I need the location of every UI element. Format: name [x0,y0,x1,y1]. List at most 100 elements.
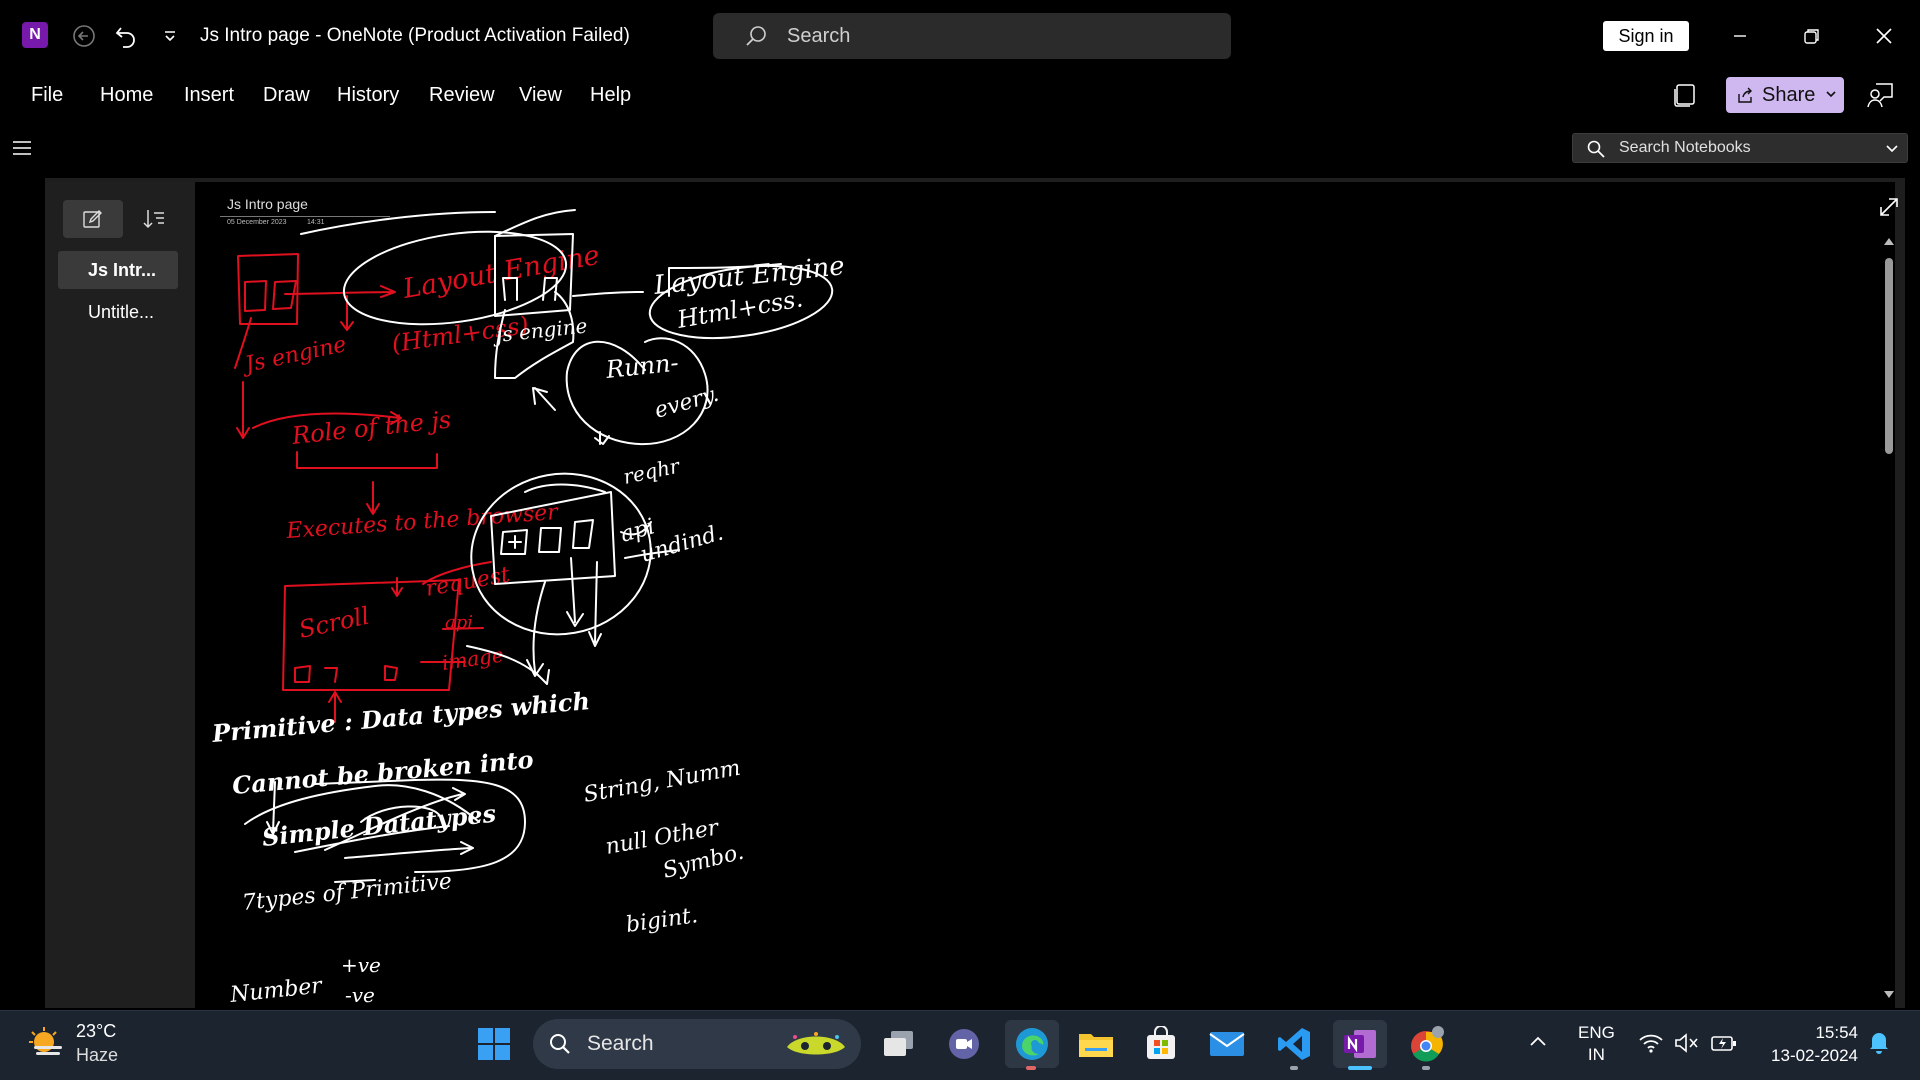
expand-icon[interactable] [1878,196,1900,218]
mail-icon[interactable] [1203,1020,1251,1068]
search-icon [746,26,766,46]
ink-red-role-of-js: Role of the js [290,405,453,450]
menu-help[interactable]: Help [590,84,631,107]
restore-icon[interactable] [1792,18,1832,54]
menu-home[interactable]: Home [100,84,153,107]
sort-icon [143,210,164,229]
ink-white-primitive-def-3: Simple Datatypes [261,799,498,852]
battery-charging-icon[interactable] [1710,1032,1738,1056]
menu-file[interactable]: File [31,84,63,107]
clock-time: 15:54 [1815,1023,1858,1042]
share-button[interactable]: Share [1726,77,1844,113]
undo-icon[interactable] [112,22,140,50]
search-icon [1587,140,1605,158]
page-entry-label: Untitle... [88,301,155,322]
ink-white-plus-ve: +ve [341,953,381,977]
chevron-down-icon[interactable] [1885,142,1899,156]
search-icon [550,1034,570,1054]
sign-in-button[interactable]: Sign in [1603,21,1689,51]
ink-white-reqhr: reqhr [621,453,683,489]
feedback-icon[interactable] [1866,80,1898,112]
menu-view[interactable]: View [519,84,562,107]
scroll-up-icon[interactable] [1883,236,1895,246]
notifications-bell-icon[interactable] [1868,1030,1892,1056]
vscode-running-indicator [1290,1066,1298,1070]
task-view-icon[interactable] [874,1020,922,1068]
ink-red-js-engine: Js engine [239,332,348,379]
menu-draw[interactable]: Draw [263,84,310,107]
taskbar-search-box[interactable]: Search [533,1019,861,1069]
scroll-down-icon[interactable] [1883,990,1895,1000]
search-highlight-mask-icon [787,1032,845,1055]
note-canvas[interactable]: Js Intro page 05 December 2023 14:31 Lay… [195,182,1895,1008]
ink-white-runn: Runn- [604,349,680,385]
ink-white-number: Number [228,973,324,1008]
show-hidden-icons-chevron-up-icon[interactable] [1528,1032,1550,1054]
microsoft-store-icon[interactable] [1137,1020,1185,1068]
start-button[interactable] [470,1020,518,1068]
vscode-icon[interactable] [1270,1020,1318,1068]
onenote-taskbar-icon[interactable] [1333,1020,1387,1068]
chevron-down-icon[interactable] [1824,84,1838,104]
ink-red-executes: Executes to the browser [285,500,560,544]
region-code: IN [1587,1045,1605,1064]
windows-logo-icon [478,1028,510,1060]
minimize-icon[interactable] [1720,18,1760,54]
volume-muted-icon[interactable] [1674,1032,1700,1056]
share-icon [1738,87,1752,103]
quick-access-dropdown-icon[interactable] [160,22,180,50]
page-entry-label: Js Intr... [88,259,157,280]
title-bar: N Js Intro page - OneNote (Product Activ… [0,0,1920,72]
ink-white-string-num: String, Numm [582,756,743,808]
ribbon-menu-bar: File Home Insert Draw History Review Vie… [0,72,1920,122]
back-icon[interactable] [70,22,98,50]
ink-white-7-types: 7types of Primitive [241,869,453,916]
search-notebooks-box[interactable]: Search Notebooks [1572,133,1908,163]
sticky-notes-icon[interactable] [1672,82,1702,112]
ink-red-api: api [445,612,473,633]
clock-date: 13-02-2024 [1771,1046,1858,1065]
search-notebooks-placeholder: Search Notebooks [1619,139,1751,156]
vertical-scrollbar[interactable] [1880,232,1896,1002]
window-title: Js Intro page - OneNote (Product Activat… [200,25,630,46]
page-entry-untitled[interactable]: Untitle... [58,293,178,331]
wifi-icon[interactable] [1638,1032,1664,1056]
onenote-running-indicator [1348,1066,1372,1070]
edge-running-indicator [1026,1066,1036,1070]
scrollbar-thumb[interactable] [1885,258,1893,454]
file-explorer-icon[interactable] [1072,1020,1120,1068]
chrome-running-indicator [1422,1066,1430,1070]
new-page-icon [83,210,102,228]
menu-review[interactable]: Review [429,84,495,107]
page-entry-js-intro[interactable]: Js Intr... [58,251,178,289]
ink-red-request: request [424,563,512,602]
chrome-icon[interactable] [1402,1020,1450,1068]
ink-red-scroll: Scroll [296,602,371,644]
menu-history[interactable]: History [337,84,399,107]
title-search-box[interactable]: Search [713,13,1231,59]
weather-temperature[interactable]: 23°C [76,1021,116,1042]
add-page-button[interactable] [63,200,123,238]
close-icon[interactable] [1864,18,1904,54]
taskbar-search-label: Search [587,1032,654,1055]
language-code: ENG [1578,1023,1615,1042]
red-ink-text-group: Layout Engine (Html+css) Js engine Role … [239,240,602,675]
onenote-logo-icon: N [22,22,48,48]
weather-condition[interactable]: Haze [76,1045,118,1066]
navigation-menu-icon[interactable] [12,138,32,158]
input-language-indicator[interactable]: ENG IN [1578,1022,1615,1066]
ink-drawing: Layout Engine (Html+css) Js engine Role … [210,209,846,1008]
ink-white-minus-ve: -ve [345,983,375,1007]
edge-browser-icon[interactable] [1005,1020,1059,1068]
ink-white-bigint: bigint. [624,903,699,938]
share-label: Share [1762,83,1816,106]
ink-white-primitive-def-1: Primitive : Data types which [210,686,591,748]
menu-insert[interactable]: Insert [184,84,234,107]
title-search-label: Search [787,24,851,47]
ink-white-every: every. [652,382,722,424]
weather-icon[interactable] [26,1024,66,1064]
teams-chat-icon[interactable] [940,1020,988,1068]
ink-white-primitive-def-2: Cannot be broken into [231,745,535,800]
system-clock[interactable]: 15:54 13-02-2024 [1758,1021,1858,1067]
sort-pages-button[interactable] [124,200,184,238]
